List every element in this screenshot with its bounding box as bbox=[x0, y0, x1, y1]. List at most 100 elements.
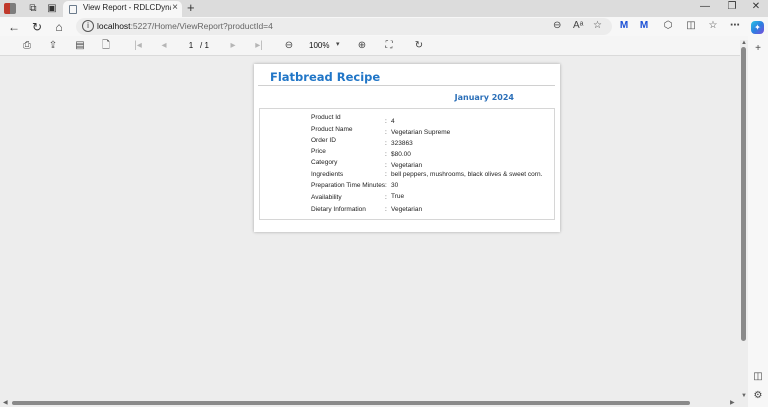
export-icon[interactable]: ⇪ bbox=[46, 40, 60, 52]
field-value: bell peppers, mushrooms, black olives & … bbox=[391, 171, 543, 178]
refresh-icon[interactable]: ↻ bbox=[29, 20, 45, 34]
edge-sidebar: ✦ + ◫ ⚙ bbox=[748, 17, 768, 407]
scroll-left-icon[interactable]: ◀ bbox=[3, 399, 8, 406]
field-value: Vegetarian Supreme bbox=[391, 129, 451, 136]
field-label: Ingredients bbox=[311, 171, 344, 178]
settings-gear-icon[interactable]: ⚙ bbox=[751, 390, 765, 401]
field-colon: : bbox=[385, 206, 387, 213]
back-icon[interactable]: ← bbox=[6, 20, 22, 34]
tab-view-report[interactable]: View Report - RDLCDynamicBin × bbox=[63, 1, 182, 17]
field-value: True bbox=[391, 193, 405, 200]
collections-icon[interactable]: ⧉ bbox=[26, 2, 40, 15]
page-icon bbox=[69, 5, 77, 14]
zoom-level[interactable]: 100% bbox=[309, 41, 329, 50]
horizontal-scrollbar[interactable]: ◀ ▶ bbox=[0, 400, 740, 407]
field-row: Ingredients : bell peppers, mushrooms, b… bbox=[260, 171, 554, 182]
horizontal-scroll-thumb[interactable] bbox=[12, 401, 690, 405]
field-colon: : bbox=[385, 162, 387, 169]
field-colon: : bbox=[385, 129, 387, 136]
vertical-scroll-thumb[interactable] bbox=[741, 47, 746, 341]
document-map-icon[interactable]: 🗋 bbox=[99, 40, 113, 52]
scroll-up-icon[interactable]: ▲ bbox=[740, 40, 748, 46]
site-info-icon[interactable]: i bbox=[82, 20, 94, 32]
report-title: Flatbread Recipe bbox=[270, 70, 381, 84]
field-value: $80.00 bbox=[391, 151, 411, 158]
scroll-right-icon[interactable]: ▶ bbox=[730, 399, 735, 406]
field-label: Price bbox=[311, 148, 326, 155]
title-divider bbox=[258, 85, 555, 86]
address-bar-row: ← ↻ ⌂ i localhost:5227/Home/ViewReport?p… bbox=[0, 17, 768, 36]
field-row: Price : $80.00 bbox=[260, 148, 554, 159]
field-colon: : bbox=[385, 118, 387, 125]
field-value: 30 bbox=[391, 182, 399, 189]
field-colon: : bbox=[385, 140, 387, 147]
copilot-icon[interactable]: ✦ bbox=[751, 21, 764, 34]
report-viewer-toolbar: ⎙ ⇪ ▤ 🗋 |◂ ◂ 1 / 1 ▸ ▸| ⊖ 100% ▾ ⊕ ⛶ ↻ bbox=[0, 36, 768, 56]
close-window-button[interactable]: ✕ bbox=[746, 1, 766, 12]
field-value: Vegetarian bbox=[391, 162, 423, 169]
more-menu-icon[interactable]: ⋯ bbox=[728, 20, 742, 32]
url-host: localhost bbox=[97, 21, 131, 31]
url-field[interactable]: i localhost:5227/Home/ViewReport?product… bbox=[76, 18, 612, 35]
url-text[interactable]: localhost:5227/Home/ViewReport?productId… bbox=[97, 21, 273, 31]
tab-actions-icon[interactable]: ▣ bbox=[45, 2, 59, 15]
tab-close-icon[interactable]: × bbox=[172, 2, 178, 13]
extension-puzzle-icon[interactable]: ⬡ bbox=[661, 20, 675, 32]
tab-title: View Report - RDLCDynamicBin bbox=[83, 3, 171, 12]
field-value: 323863 bbox=[391, 140, 413, 147]
field-row: Category : Vegetarian bbox=[260, 159, 554, 170]
field-label: Category bbox=[311, 159, 338, 166]
field-value: Vegetarian bbox=[391, 206, 423, 213]
read-aloud-icon[interactable]: Aᵃ bbox=[573, 20, 583, 31]
field-row: Preparation Time Minutes : 30 bbox=[260, 182, 554, 193]
hide-sidebar-icon[interactable]: ◫ bbox=[751, 371, 765, 382]
url-path: :5227/Home/ViewReport?productId=4 bbox=[130, 21, 273, 31]
workspaces-icon[interactable] bbox=[4, 3, 16, 14]
page-number-input[interactable]: 1 bbox=[183, 40, 199, 52]
previous-page-icon[interactable]: ◂ bbox=[157, 40, 171, 52]
field-colon: : bbox=[385, 151, 387, 158]
product-details: Product Id : 4 Product Name : Vegetarian… bbox=[259, 108, 555, 220]
page-total: / 1 bbox=[200, 41, 209, 50]
field-colon: : bbox=[385, 171, 387, 178]
restore-button[interactable]: ❐ bbox=[722, 1, 742, 12]
tab-strip: ⧉ ▣ View Report - RDLCDynamicBin × + — ❐… bbox=[0, 0, 768, 17]
split-screen-icon[interactable]: ◫ bbox=[684, 20, 698, 32]
field-value: 4 bbox=[391, 118, 395, 125]
zoom-in-icon[interactable]: ⊕ bbox=[355, 40, 369, 52]
zoom-icon[interactable]: ⊖ bbox=[553, 20, 561, 31]
last-page-icon[interactable]: ▸| bbox=[252, 40, 266, 52]
field-label: Preparation Time Minutes bbox=[311, 182, 386, 189]
print-icon[interactable]: ⎙ bbox=[20, 40, 34, 52]
field-label: Product Id bbox=[311, 114, 341, 121]
field-row: Order ID : 323863 bbox=[260, 137, 554, 148]
fit-page-icon[interactable]: ⛶ bbox=[382, 40, 396, 52]
field-row: Product Name : Vegetarian Supreme bbox=[260, 126, 554, 137]
report-page: Flatbread Recipe January 2024 Product Id… bbox=[254, 64, 560, 232]
scroll-down-icon[interactable]: ▼ bbox=[740, 393, 748, 399]
favorite-star-icon[interactable]: ☆ bbox=[593, 20, 602, 31]
field-colon: : bbox=[385, 194, 387, 201]
field-label: Dietary Information bbox=[311, 206, 366, 213]
field-label: Product Name bbox=[311, 126, 353, 133]
zoom-out-icon[interactable]: ⊖ bbox=[282, 40, 296, 52]
field-row: Product Id : 4 bbox=[260, 114, 554, 125]
report-canvas: Flatbread Recipe January 2024 Product Id… bbox=[0, 57, 740, 400]
refresh-report-icon[interactable]: ↻ bbox=[412, 40, 426, 52]
home-icon[interactable]: ⌂ bbox=[51, 20, 67, 34]
extension-m2-icon[interactable]: M bbox=[637, 20, 651, 32]
minimize-button[interactable]: — bbox=[695, 1, 715, 12]
parameters-icon[interactable]: ▤ bbox=[73, 40, 87, 52]
favorites-icon[interactable]: ☆ bbox=[706, 20, 720, 32]
vertical-scrollbar[interactable]: ▲ ▼ bbox=[740, 40, 748, 400]
new-tab-button[interactable]: + bbox=[187, 0, 195, 15]
field-colon: : bbox=[385, 182, 387, 189]
add-sidebar-app-icon[interactable]: + bbox=[751, 43, 765, 54]
zoom-dropdown-icon[interactable]: ▾ bbox=[336, 40, 340, 48]
extension-m-icon[interactable]: M bbox=[617, 20, 631, 32]
field-label: Order ID bbox=[311, 137, 336, 144]
first-page-icon[interactable]: |◂ bbox=[131, 40, 145, 52]
field-row: Dietary Information : Vegetarian bbox=[260, 206, 554, 217]
field-row: Availability : True bbox=[260, 193, 554, 205]
next-page-icon[interactable]: ▸ bbox=[226, 40, 240, 52]
